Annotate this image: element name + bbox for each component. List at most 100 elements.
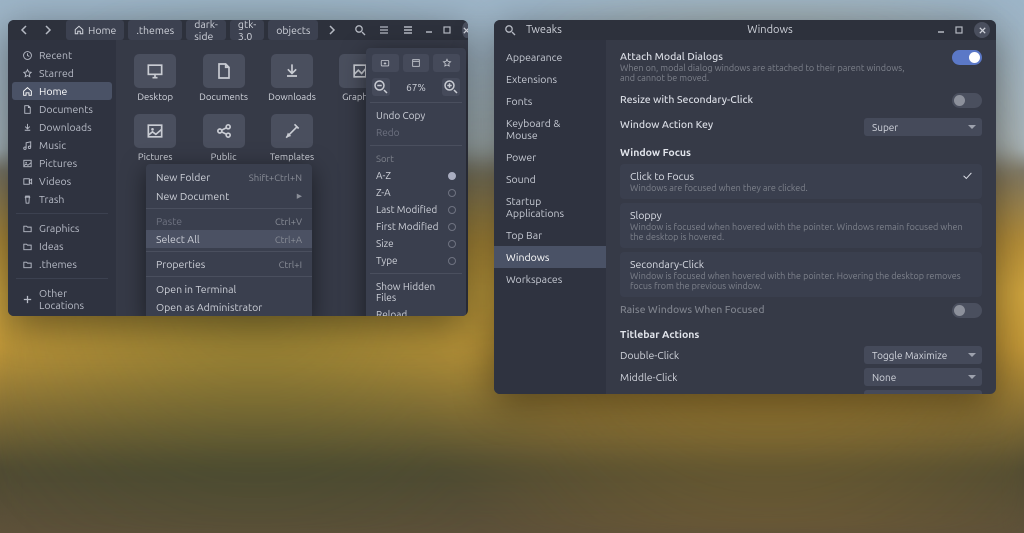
templates-icon xyxy=(282,121,302,141)
tw-nav-workspaces[interactable]: Workspaces xyxy=(494,268,606,290)
focus-option-secondary-click[interactable]: Secondary-ClickWindow is focused when ho… xyxy=(620,252,982,297)
path-overflow-button[interactable] xyxy=(322,20,342,40)
focus-option-click-to-focus[interactable]: Click to FocusWindows are focused when t… xyxy=(620,164,982,199)
sort-a-z[interactable]: A-Z xyxy=(372,167,460,184)
sort-type[interactable]: Type xyxy=(372,252,460,269)
tba-combo-secondary-click[interactable]: Menu xyxy=(864,390,982,394)
attach-modal-toggle[interactable] xyxy=(952,50,982,65)
sort-first-modified[interactable]: First Modified xyxy=(372,218,460,235)
tw-nav-startup-applications[interactable]: Startup Applications xyxy=(494,190,606,224)
sidebar-item-pictures[interactable]: Pictures xyxy=(12,154,112,172)
sidebar-item-downloads[interactable]: Downloads xyxy=(12,118,112,136)
zoom-in-button[interactable] xyxy=(442,78,460,96)
close-button[interactable] xyxy=(462,22,468,38)
tw-nav-extensions[interactable]: Extensions xyxy=(494,68,606,90)
sidebar-item--themes[interactable]: .themes xyxy=(12,255,112,273)
tba-combo-double-click[interactable]: Toggle Maximize xyxy=(864,346,982,364)
ctx-new-document[interactable]: New Document▸ xyxy=(146,186,312,205)
path-segment-home[interactable]: Home xyxy=(66,20,124,40)
close-icon xyxy=(462,26,468,35)
sidebar-item-graphics[interactable]: Graphics xyxy=(12,219,112,237)
sort-last-modified[interactable]: Last Modified xyxy=(372,201,460,218)
folder-documents[interactable]: Documents xyxy=(190,50,256,106)
clock-icon xyxy=(22,50,33,61)
sidebar-item-videos[interactable]: Videos xyxy=(12,172,112,190)
star-icon xyxy=(442,58,452,68)
ctx-open-admin[interactable]: Open as Administrator xyxy=(146,298,312,316)
maximize-button[interactable] xyxy=(440,20,454,40)
folder-downloads[interactable]: Downloads xyxy=(259,50,325,106)
sidebar-item-trash[interactable]: Trash xyxy=(12,190,112,208)
focus-option-sloppy[interactable]: SloppyWindow is focused when hovered wit… xyxy=(620,203,982,248)
ctx-select-all[interactable]: Select AllCtrl+A xyxy=(146,230,312,248)
tweaks-window: Tweaks Windows AppearanceExtensionsFonts… xyxy=(494,20,996,394)
path-segment[interactable]: .themes xyxy=(128,20,182,40)
folder-icon xyxy=(22,259,33,270)
hamburger-button[interactable] xyxy=(398,20,418,40)
titlebar-actions-head: Titlebar Actions xyxy=(620,328,982,340)
radio-icon xyxy=(448,223,456,231)
sort-size[interactable]: Size xyxy=(372,235,460,252)
bookmark-button[interactable] xyxy=(433,54,460,72)
minimize-button[interactable] xyxy=(422,20,436,40)
sidebar-item-documents[interactable]: Documents xyxy=(12,100,112,118)
zoom-out-button[interactable] xyxy=(372,78,390,96)
other-locations[interactable]: Other Locations xyxy=(12,284,112,314)
tw-nav-appearance[interactable]: Appearance xyxy=(494,46,606,68)
tw-search-button[interactable] xyxy=(500,20,520,40)
search-button[interactable] xyxy=(350,20,370,40)
zoom-out-icon xyxy=(372,78,390,96)
ctx-open-terminal[interactable]: Open in Terminal xyxy=(146,280,312,298)
forward-button[interactable] xyxy=(38,20,58,40)
path-segment[interactable]: gtk-3.0 xyxy=(230,20,264,40)
folder-icon xyxy=(22,223,33,234)
vid-icon xyxy=(22,176,33,187)
view-toggle-button[interactable] xyxy=(374,20,394,40)
path-segment[interactable]: objects xyxy=(268,20,318,40)
tw-page-title: Windows xyxy=(610,24,930,36)
resize-secondary-toggle[interactable] xyxy=(952,93,982,108)
sidebar-item-ideas[interactable]: Ideas xyxy=(12,237,112,255)
sort-z-a[interactable]: Z-A xyxy=(372,184,460,201)
tw-nav-sound[interactable]: Sound xyxy=(494,168,606,190)
trash-icon xyxy=(22,194,33,205)
sidebar-item-music[interactable]: Music xyxy=(12,136,112,154)
fm-sidebar: RecentStarredHomeDocumentsDownloadsMusic… xyxy=(8,40,116,316)
ctx-new-folder[interactable]: New FolderShift+Ctrl+N xyxy=(146,168,312,186)
radio-icon xyxy=(448,206,456,214)
undo-item[interactable]: Undo Copy xyxy=(372,107,460,124)
attach-modal-label: Attach Modal Dialogs xyxy=(620,50,910,62)
new-tab-button[interactable] xyxy=(372,54,399,72)
close-button[interactable] xyxy=(974,22,990,38)
show-hidden-item[interactable]: Show Hidden Files xyxy=(372,278,460,306)
maximize-button[interactable] xyxy=(952,20,966,40)
sidebar-item-home[interactable]: Home xyxy=(12,82,112,100)
ctx-properties[interactable]: PropertiesCtrl+I xyxy=(146,255,312,273)
doc-icon xyxy=(214,61,234,81)
tw-nav-keyboard-mouse[interactable]: Keyboard & Mouse xyxy=(494,112,606,146)
tw-nav-power[interactable]: Power xyxy=(494,146,606,168)
tw-nav-top-bar[interactable]: Top Bar xyxy=(494,224,606,246)
down-icon xyxy=(22,122,33,133)
plus-icon xyxy=(22,294,33,305)
sidebar-item-recent[interactable]: Recent xyxy=(12,46,112,64)
minimize-button[interactable] xyxy=(934,20,948,40)
folder-pictures[interactable]: Pictures xyxy=(122,110,188,166)
radio-icon xyxy=(448,257,456,265)
tw-nav-fonts[interactable]: Fonts xyxy=(494,90,606,112)
back-button[interactable] xyxy=(14,20,34,40)
folder-public[interactable]: Public xyxy=(190,110,256,166)
tw-content: Attach Modal Dialogs When on, modal dial… xyxy=(606,40,996,394)
folder-desktop[interactable]: Desktop xyxy=(122,50,188,106)
reload-item[interactable]: Reload xyxy=(372,306,460,316)
tw-nav-windows[interactable]: Windows xyxy=(494,246,606,268)
new-window-button[interactable] xyxy=(403,54,430,72)
path-segment[interactable]: dark-side xyxy=(186,20,226,40)
folder-templates[interactable]: Templates xyxy=(259,110,325,166)
action-key-combo[interactable]: Super xyxy=(864,118,982,136)
tba-combo-middle-click[interactable]: None xyxy=(864,368,982,386)
window-focus-head: Window Focus xyxy=(620,146,982,158)
sidebar-item-starred[interactable]: Starred xyxy=(12,64,112,82)
redo-item: Redo xyxy=(372,124,460,141)
raise-windows-toggle[interactable] xyxy=(952,303,982,318)
